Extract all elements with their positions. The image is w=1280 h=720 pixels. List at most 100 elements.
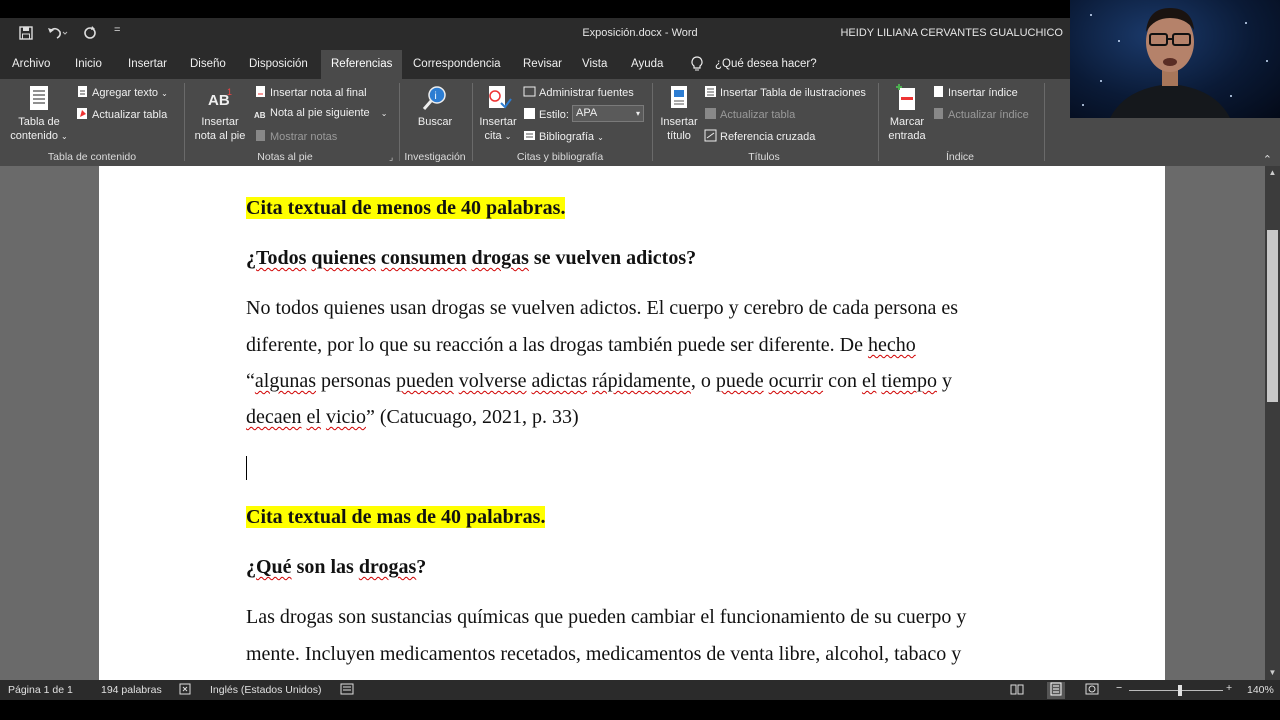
group-label-captions: Títulos [748, 151, 780, 163]
highlighted-heading-text: Cita textual de mas de 40 palabras. [246, 506, 546, 528]
update-table-icon [76, 107, 89, 120]
zoom-slider[interactable] [1129, 690, 1223, 691]
style-label: Estilo: [523, 107, 569, 121]
web-layout-icon[interactable] [1085, 683, 1099, 698]
group-divider [399, 83, 400, 161]
next-footnote-button[interactable]: AB Nota al pie siguiente ⌄ [254, 107, 387, 124]
status-bar: Página 1 de 1 194 palabras Inglés (Estad… [0, 680, 1280, 700]
table-figures-icon [704, 85, 717, 98]
add-text-icon [76, 85, 89, 98]
mark-entry-icon [896, 84, 915, 110]
tab-inicio[interactable]: Inicio [65, 50, 112, 79]
zoom-level[interactable]: 140% [1247, 684, 1274, 696]
show-notes-button[interactable]: Mostrar notas [254, 129, 337, 143]
table-of-contents-button[interactable]: Tabla de contenido ⌄ [8, 83, 70, 144]
mark-entry-button[interactable]: Marcar entrada [884, 83, 930, 143]
scroll-up-icon[interactable]: ▲ [1265, 166, 1280, 180]
heading-long-quote: Cita textual de mas de 40 palabras. [246, 506, 546, 529]
question-1: ¿Todos quienes consumen drogas se vuelve… [246, 247, 697, 269]
citation-icon [489, 86, 512, 109]
text-cursor [246, 456, 247, 480]
footnote-label-1: Insertar [201, 116, 239, 128]
bibliography-icon [523, 129, 536, 142]
document-page[interactable]: Cita textual de menos de 40 palabras. ¿T… [99, 166, 1165, 680]
tab-ayuda[interactable]: Ayuda [621, 50, 673, 79]
tab-vista[interactable]: Vista [572, 50, 617, 79]
tab-referencias[interactable]: Referencias [321, 50, 403, 79]
paragraph-1-line-3: “algunas personas pueden volverse adicta… [246, 370, 952, 392]
tab-correspondencia[interactable]: Correspondencia [403, 50, 511, 79]
update-index-button[interactable]: Actualizar índice [932, 107, 1029, 121]
add-text-button[interactable]: Agregar texto ⌄ [76, 85, 168, 99]
presenter-figure [1110, 8, 1230, 118]
tell-me-search[interactable]: ¿Qué desea hacer? [705, 50, 827, 79]
caption-icon [671, 86, 687, 108]
group-label-footnotes: Notas al pie [257, 151, 313, 163]
lightbulb-icon [690, 56, 704, 72]
toc-label-1: Tabla de [18, 116, 60, 128]
collapse-ribbon-icon[interactable]: ⌃ [1263, 153, 1272, 166]
citation-style-select[interactable]: APA ▾ [572, 105, 644, 122]
next-footnote-icon: AB [254, 111, 266, 120]
insert-caption-button[interactable]: Insertar título [656, 83, 702, 143]
endnote-icon [254, 85, 267, 98]
scroll-down-icon[interactable]: ▼ [1265, 666, 1280, 680]
group-divider [184, 83, 185, 161]
group-label-index: Índice [945, 151, 975, 163]
cross-reference-button[interactable]: Referencia cruzada [704, 129, 815, 143]
tab-archivo[interactable]: Archivo [2, 50, 60, 79]
search-icon: i [422, 86, 446, 110]
toc-label-2: contenido [10, 130, 58, 142]
proofing-icon[interactable] [179, 683, 193, 698]
bibliography-button[interactable]: Bibliografía ⌄ [523, 129, 604, 143]
tab-insertar[interactable]: Insertar [118, 50, 177, 79]
print-layout-icon[interactable] [1047, 682, 1065, 699]
group-divider [652, 83, 653, 161]
highlighted-heading-text: Cita textual de menos de 40 palabras. [246, 197, 566, 219]
read-mode-icon[interactable] [1010, 683, 1024, 698]
paragraph-1-line-1: No todos quienes usan drogas se vuelven … [246, 297, 958, 319]
update-toc-button[interactable]: Actualizar tabla [76, 107, 167, 121]
page-count[interactable]: Página 1 de 1 [8, 684, 73, 696]
update-figures-table-button[interactable]: Actualizar tabla [704, 107, 795, 121]
footnote-ab-icon: AB1 [208, 87, 232, 109]
vertical-scrollbar[interactable]: ▲ ▼ [1265, 166, 1280, 680]
group-divider [878, 83, 879, 161]
insert-endnote-button[interactable]: Insertar nota al final [254, 85, 367, 99]
zoom-slider-thumb[interactable] [1178, 685, 1182, 696]
group-label-toc: Tabla de contenido [47, 151, 137, 163]
insert-table-figures-button[interactable]: Insertar Tabla de ilustraciones [704, 85, 866, 99]
group-label-citations: Citas y bibliografía [516, 151, 604, 163]
tab-disposicion[interactable]: Disposición [239, 50, 318, 79]
insert-footnote-button[interactable]: AB 1 Insertar nota al pie [190, 83, 250, 143]
user-name[interactable]: HEIDY LILIANA CERVANTES GUALUCHICO [840, 27, 1063, 39]
style-icon [523, 107, 536, 120]
group-divider [1044, 83, 1045, 161]
manage-sources-button[interactable]: Administrar fuentes [523, 85, 634, 99]
scrollbar-thumb[interactable] [1267, 230, 1278, 402]
document-canvas: Cita textual de menos de 40 palabras. ¿T… [0, 166, 1265, 680]
tab-revisar[interactable]: Revisar [513, 50, 572, 79]
heading-short-quote: Cita textual de menos de 40 palabras. [246, 197, 566, 220]
insert-citation-button[interactable]: Insertar cita ⌄ [476, 83, 520, 144]
group-label-research: Investigación [404, 151, 466, 163]
group-divider [472, 83, 473, 161]
table-of-contents-icon [30, 86, 48, 110]
word-count[interactable]: 194 palabras [101, 684, 162, 696]
paragraph-2-line-1: Las drogas son sustancias químicas que p… [246, 606, 967, 628]
dialog-launcher-icon[interactable]: ⌟ [389, 152, 393, 163]
show-notes-icon [254, 129, 267, 142]
update-figures-icon [704, 107, 717, 120]
zoom-in-button[interactable]: + [1226, 682, 1232, 694]
chevron-down-icon: ▾ [635, 109, 640, 118]
cross-reference-icon [704, 129, 717, 142]
language[interactable]: Inglés (Estados Unidos) [210, 684, 321, 696]
insert-index-button[interactable]: Insertar índice [932, 85, 1018, 99]
search-button[interactable]: i Buscar [412, 83, 458, 129]
paragraph-1-line-4: decaen el vicio” (Catucuago, 2021, p. 33… [246, 406, 579, 428]
macro-record-icon[interactable] [340, 683, 354, 698]
manage-sources-icon [523, 85, 536, 98]
tab-diseno[interactable]: Diseño [180, 50, 236, 79]
zoom-out-button[interactable]: − [1116, 682, 1122, 694]
webcam-overlay [1070, 0, 1280, 118]
